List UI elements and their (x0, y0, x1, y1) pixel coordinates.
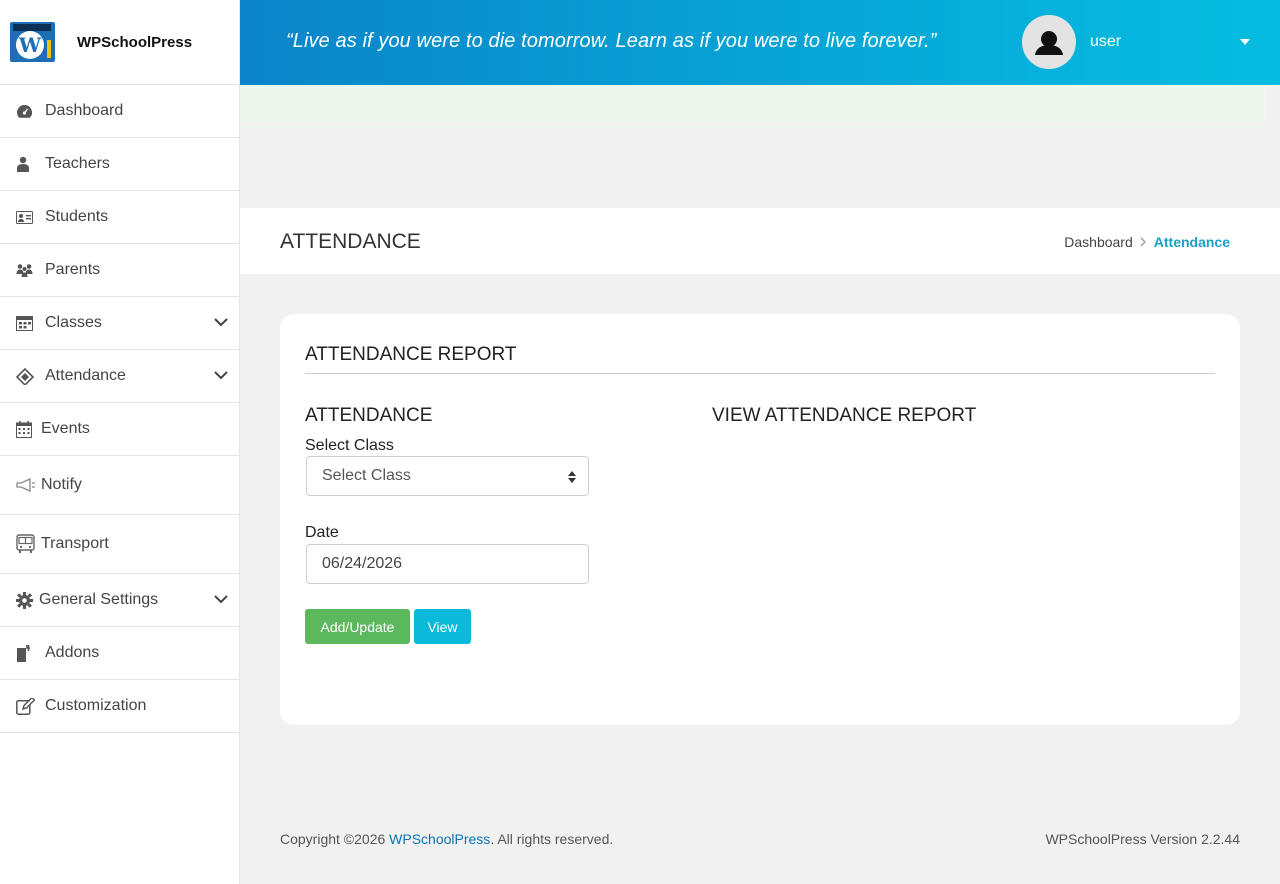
copyright-suffix: . All rights reserved. (490, 831, 614, 847)
sidebar-item-label: Transport (41, 535, 109, 552)
sidebar-item-notify[interactable]: Notify (0, 456, 239, 515)
chevron-down-icon[interactable] (214, 314, 228, 332)
attendance-icon (16, 367, 38, 385)
date-label: Date (305, 524, 339, 541)
class-select-value: Select Class (322, 467, 411, 484)
select-arrows-icon (568, 471, 576, 483)
top-header: “Live as if you were to die tomorrow. Le… (240, 0, 1280, 85)
footer-brand-link[interactable]: WPSchoolPress (389, 831, 490, 847)
attendance-section-title: ATTENDANCE (305, 405, 433, 426)
sidebar-item-dashboard[interactable]: Dashboard (0, 85, 239, 138)
addons-icon (16, 644, 38, 662)
gear-icon (16, 591, 38, 609)
edit-icon (16, 697, 38, 715)
user-silhouette-icon (1035, 31, 1063, 55)
sidebar-item-label: Parents (45, 261, 101, 278)
card-title: ATTENDANCE REPORT (305, 344, 517, 365)
sidebar-item-label: Addons (45, 644, 100, 661)
notice-bar (240, 85, 1266, 122)
copyright-prefix: Copyright ©2026 (280, 831, 390, 847)
avatar[interactable] (1022, 15, 1076, 69)
footer-version: WPSchoolPress Version 2.2.44 (1045, 831, 1240, 847)
footer-copyright: Copyright ©2026 WPSchoolPress. All right… (280, 831, 613, 847)
wpschoolpress-logo: W (10, 22, 55, 62)
class-select[interactable]: Select Class (306, 456, 589, 496)
sidebar-item-label: Teachers (45, 155, 110, 172)
chevron-right-icon (1140, 234, 1147, 250)
dashboard-icon (16, 104, 38, 119)
brand[interactable]: W WPSchoolPress (0, 0, 239, 85)
parents-icon (16, 263, 38, 277)
sidebar-item-attendance[interactable]: Attendance (0, 350, 239, 403)
divider (305, 373, 1215, 374)
teacher-icon (16, 156, 38, 172)
sidebar-item-customization[interactable]: Customization (0, 680, 239, 733)
sidebar-item-parents[interactable]: Parents (0, 244, 239, 297)
sidebar: W WPSchoolPress Dashboard Teachers Stude… (0, 0, 240, 884)
sidebar-item-students[interactable]: Students (0, 191, 239, 244)
header-quote: “Live as if you were to die tomorrow. Le… (286, 30, 937, 52)
sidebar-item-classes[interactable]: Classes (0, 297, 239, 350)
chevron-down-icon[interactable] (214, 591, 228, 609)
sidebar-item-label: Classes (45, 314, 102, 331)
student-card-icon (16, 210, 38, 224)
breadcrumb-dashboard-link[interactable]: Dashboard (1064, 234, 1133, 250)
megaphone-icon (16, 478, 38, 492)
sidebar-item-label: Notify (41, 476, 82, 493)
sidebar-item-label: Dashboard (45, 102, 124, 119)
date-value: 06/24/2026 (322, 555, 403, 572)
sidebar-item-label: Customization (45, 697, 147, 714)
breadcrumb-current: Attendance (1153, 234, 1230, 250)
attendance-report-card: ATTENDANCE REPORT ATTENDANCE VIEW ATTEND… (280, 314, 1240, 725)
view-button[interactable]: View (414, 609, 471, 644)
add-update-button[interactable]: Add/Update (305, 609, 410, 644)
date-input[interactable]: 06/24/2026 (306, 544, 589, 584)
classes-icon (16, 315, 38, 331)
brand-name: WPSchoolPress (77, 33, 193, 51)
sidebar-item-teachers[interactable]: Teachers (0, 138, 239, 191)
view-report-section-title: VIEW ATTENDANCE REPORT (712, 405, 977, 426)
chevron-down-icon[interactable] (214, 367, 228, 385)
bus-icon (16, 534, 38, 554)
sidebar-item-events[interactable]: Events (0, 403, 239, 456)
sidebar-item-general-settings[interactable]: General Settings (0, 574, 239, 627)
select-class-label: Select Class (305, 437, 394, 454)
user-menu-caret-icon[interactable] (1240, 39, 1250, 45)
sidebar-item-label: Students (45, 208, 109, 225)
sidebar-item-addons[interactable]: Addons (0, 627, 239, 680)
page-title-bar: ATTENDANCE Dashboard Attendance (240, 208, 1280, 274)
page-title: ATTENDANCE (280, 230, 421, 253)
sidebar-item-label: Events (41, 420, 90, 437)
sidebar-item-label: Attendance (45, 367, 126, 384)
sidebar-item-label: General Settings (39, 591, 159, 608)
username[interactable]: user (1090, 33, 1121, 51)
sidebar-item-transport[interactable]: Transport (0, 515, 239, 574)
breadcrumb: Dashboard Attendance (1064, 234, 1230, 250)
calendar-icon (16, 420, 38, 438)
